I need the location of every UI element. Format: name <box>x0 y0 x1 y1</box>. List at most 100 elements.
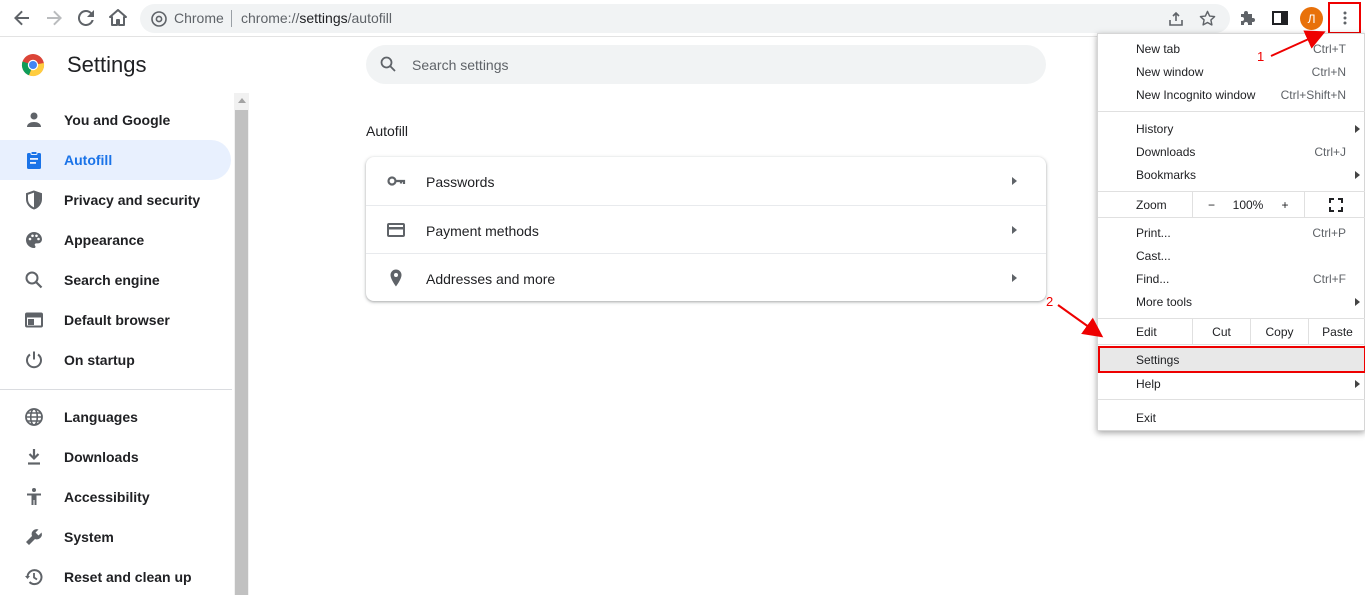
menu-label: Cast... <box>1136 249 1171 263</box>
menu-label: Find... <box>1136 272 1170 286</box>
menu-item-exit[interactable]: Exit <box>1098 406 1365 429</box>
menu-item-downloads[interactable]: Downloads Ctrl+J <box>1098 140 1365 163</box>
annotation-step-2: 2 <box>1046 294 1054 309</box>
sidebar-item-label: Reset and clean up <box>64 569 192 585</box>
sidebar-item-label: Default browser <box>64 312 170 328</box>
sidebar-item-label: Autofill <box>64 152 113 168</box>
menu-item-history[interactable]: History <box>1098 117 1365 140</box>
sidebar-item-label: Accessibility <box>64 489 150 505</box>
submenu-arrow-icon <box>1355 125 1360 133</box>
menu-item-new-tab[interactable]: New tab Ctrl+T <box>1098 37 1365 60</box>
search-icon <box>380 56 396 72</box>
home-button[interactable] <box>104 4 132 32</box>
arrow-right-icon <box>47 10 62 26</box>
sidebar-item-system[interactable]: System <box>0 517 231 557</box>
menu-item-more-tools[interactable]: More tools <box>1098 290 1365 313</box>
menu-item-new-window[interactable]: New window Ctrl+N <box>1098 60 1365 83</box>
menu-label: History <box>1136 122 1174 136</box>
key-icon <box>387 176 406 186</box>
menu-label: New tab <box>1136 42 1181 56</box>
sidebar-item-reset-and-clean-up[interactable]: Reset and clean up <box>0 557 231 597</box>
section-title: Autofill <box>366 123 409 139</box>
chevron-right-icon <box>1012 226 1017 234</box>
menu-separator <box>1098 111 1365 112</box>
back-button[interactable] <box>8 4 36 32</box>
browser-toolbar: Chrome chrome://settings/autofill Л <box>0 0 1365 37</box>
menu-item-new-incognito-window[interactable]: New Incognito window Ctrl+Shift+N <box>1098 83 1365 106</box>
sidebar-item-label: Privacy and security <box>64 192 201 208</box>
sidebar-item-autofill[interactable]: Autofill <box>0 140 231 180</box>
chrome-page-icon <box>151 11 167 27</box>
sidebar-item-appearance[interactable]: Appearance <box>0 220 231 260</box>
row-label: Addresses and more <box>426 271 556 287</box>
extensions-button[interactable] <box>1234 4 1262 32</box>
url-text: chrome://settings/autofill <box>241 10 392 26</box>
accessibility-icon <box>27 488 41 505</box>
url-host: settings <box>299 10 348 26</box>
sidebar-item-downloads[interactable]: Downloads <box>0 437 231 477</box>
menu-label: Edit <box>1136 325 1157 339</box>
sidebar-item-on-startup[interactable]: On startup <box>0 340 231 380</box>
scroll-up-arrow[interactable] <box>238 98 246 103</box>
cut-button[interactable]: Cut <box>1192 319 1250 344</box>
menu-shortcut: Ctrl+P <box>1312 226 1346 240</box>
submenu-arrow-icon <box>1355 298 1360 306</box>
search-placeholder: Search settings <box>412 57 509 73</box>
menu-label: Exit <box>1136 411 1157 425</box>
menu-item-cast[interactable]: Cast... <box>1098 244 1365 267</box>
sidebar-item-search-engine[interactable]: Search engine <box>0 260 231 300</box>
paste-button[interactable]: Paste <box>1308 319 1365 344</box>
chevron-right-icon <box>1012 274 1017 282</box>
submenu-arrow-icon <box>1355 171 1360 179</box>
menu-item-bookmarks[interactable]: Bookmarks <box>1098 163 1365 186</box>
menu-shortcut: Ctrl+Shift+N <box>1280 88 1346 102</box>
menu-item-find[interactable]: Find... Ctrl+F <box>1098 267 1365 290</box>
chrome-menu-button[interactable] <box>1328 2 1361 34</box>
sidebar-divider <box>0 389 232 390</box>
omnibox-separator <box>231 10 232 27</box>
search-settings-field[interactable]: Search settings <box>366 45 1046 84</box>
sidebar-item-privacy-and-security[interactable]: Privacy and security <box>0 180 231 220</box>
credit-card-icon <box>387 223 405 237</box>
clipboard-icon <box>27 151 41 169</box>
home-icon <box>109 9 127 26</box>
chevron-right-icon <box>1012 177 1017 185</box>
menu-label: More tools <box>1136 295 1193 309</box>
sidebar-item-languages[interactable]: Languages <box>0 397 231 437</box>
menu-item-print[interactable]: Print... Ctrl+P <box>1098 221 1365 244</box>
sidebar-item-label: You and Google <box>64 112 171 128</box>
addresses-row[interactable]: Addresses and more <box>366 253 1046 301</box>
zoom-out-button[interactable]: − <box>1192 192 1230 217</box>
sidebar-item-label: Downloads <box>64 449 139 465</box>
person-icon <box>27 112 41 127</box>
menu-item-help[interactable]: Help <box>1098 372 1365 395</box>
browser-window-icon <box>25 312 43 328</box>
forward-button[interactable] <box>40 4 68 32</box>
zoom-in-button[interactable]: + <box>1266 192 1304 217</box>
reload-button[interactable] <box>72 4 100 32</box>
sidebar-scroll-thumb[interactable] <box>235 110 248 595</box>
shield-icon <box>26 190 42 210</box>
payment-methods-row[interactable]: Payment methods <box>366 205 1046 253</box>
menu-label: Settings <box>1136 353 1180 367</box>
sidebar-item-label: System <box>64 529 114 545</box>
profile-avatar[interactable]: Л <box>1300 7 1323 30</box>
menu-item-settings[interactable]: Settings <box>1098 346 1365 373</box>
copy-button[interactable]: Copy <box>1250 319 1308 344</box>
menu-label: Help <box>1136 377 1161 391</box>
side-panel-button[interactable] <box>1266 4 1294 32</box>
passwords-row[interactable]: Passwords <box>366 157 1046 205</box>
menu-label: Bookmarks <box>1136 168 1197 182</box>
arrow-left-icon <box>14 10 29 26</box>
address-bar[interactable]: Chrome chrome://settings/autofill <box>140 4 1230 33</box>
sidebar-item-accessibility[interactable]: Accessibility <box>0 477 231 517</box>
fullscreen-button[interactable] <box>1304 192 1365 217</box>
share-icon[interactable] <box>1168 11 1184 27</box>
menu-shortcut: Ctrl+J <box>1314 145 1346 159</box>
search-icon <box>25 271 43 289</box>
sidebar-item-default-browser[interactable]: Default browser <box>0 300 231 340</box>
menu-shortcut: Ctrl+F <box>1313 272 1346 286</box>
sidebar-item-you-and-google[interactable]: You and Google <box>0 100 231 140</box>
bookmark-star-icon[interactable] <box>1199 10 1216 27</box>
url-path: /autofill <box>347 10 392 26</box>
